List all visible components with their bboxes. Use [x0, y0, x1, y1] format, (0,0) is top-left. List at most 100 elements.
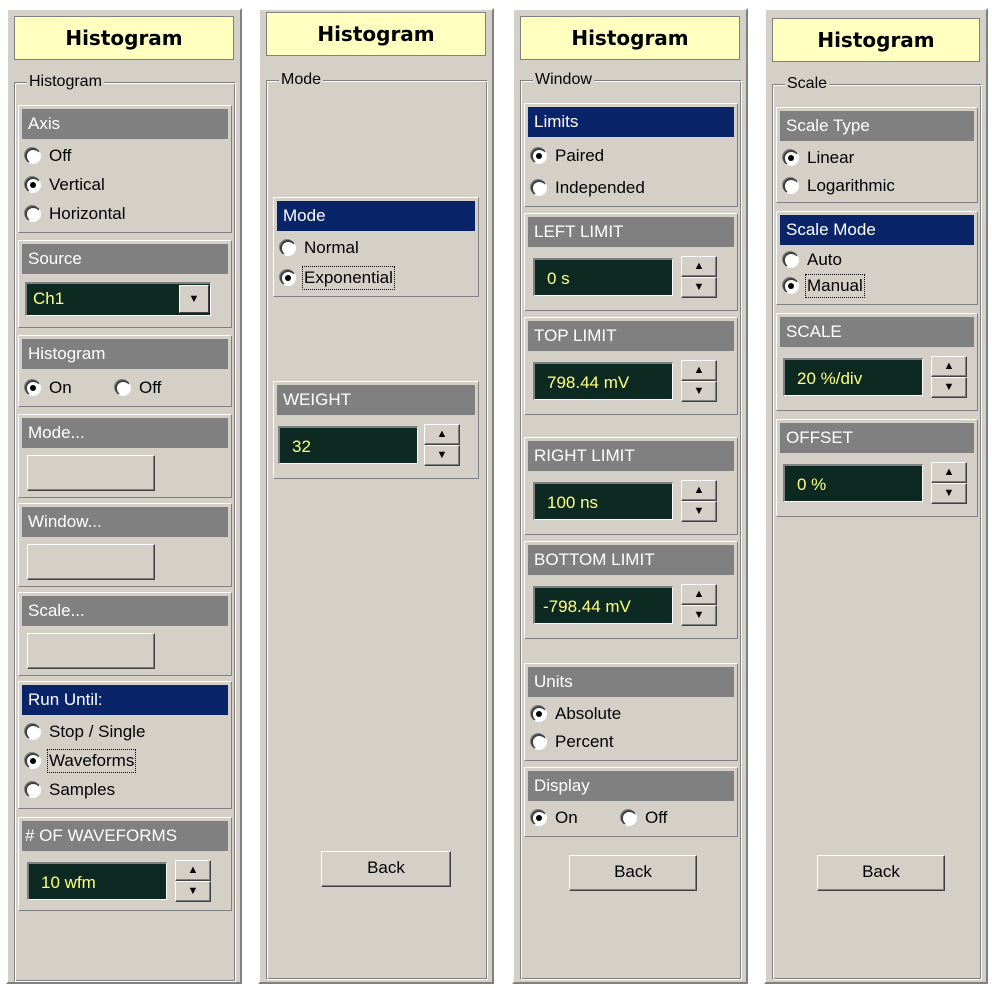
- source-select[interactable]: Ch1 ▼: [25, 282, 211, 316]
- right-limit-spinner: ▲ ▼: [681, 480, 717, 522]
- down-arrow-icon[interactable]: ▼: [931, 377, 967, 398]
- radio-selected-icon: [25, 177, 41, 193]
- panel-title: Histogram: [772, 18, 980, 62]
- histogram-off-radio[interactable]: Off: [115, 376, 161, 400]
- scale-mode-manual-radio[interactable]: Manual: [783, 274, 865, 298]
- back-button[interactable]: Back: [569, 855, 697, 891]
- scale-button[interactable]: [27, 633, 155, 669]
- radio-icon: [25, 782, 41, 798]
- up-arrow-icon[interactable]: ▲: [175, 860, 211, 881]
- down-arrow-icon[interactable]: ▼: [175, 881, 211, 902]
- run-until-stop-single-radio[interactable]: Stop / Single: [25, 720, 145, 744]
- radio-label: Exponential: [302, 266, 395, 290]
- radio-label: Percent: [555, 732, 614, 751]
- scale-type-logarithmic-radio[interactable]: Logarithmic: [783, 174, 895, 198]
- limits-group: Limits Paired Independed: [524, 103, 738, 207]
- bottom-limit-field[interactable]: -798.44 mV: [533, 586, 673, 624]
- weight-header: WEIGHT: [277, 385, 475, 415]
- right-limit-field[interactable]: 100 ns: [533, 482, 673, 520]
- window-frame: Window Limits Paired Independed LEFT LIM…: [520, 70, 742, 980]
- radio-label: Linear: [807, 148, 855, 167]
- weight-spinner: ▲ ▼: [424, 424, 460, 466]
- scale-type-linear-radio[interactable]: Linear: [783, 146, 854, 170]
- up-arrow-icon[interactable]: ▲: [681, 480, 717, 501]
- units-absolute-radio[interactable]: Absolute: [531, 702, 621, 726]
- top-limit-field[interactable]: 798.44 mV: [533, 362, 673, 400]
- up-arrow-icon[interactable]: ▲: [681, 256, 717, 277]
- limits-paired-radio[interactable]: Paired: [531, 144, 604, 168]
- left-limit-field[interactable]: 0 s: [533, 258, 673, 296]
- window-button[interactable]: [27, 544, 155, 580]
- histogram-panel-main: Histogram Histogram Axis Off Vertical Ho…: [6, 8, 242, 984]
- mode-exponential-radio[interactable]: Exponential: [280, 266, 395, 290]
- weight-field[interactable]: 32: [278, 426, 418, 464]
- display-off-radio[interactable]: Off: [621, 806, 667, 830]
- bottom-limit-group: BOTTOM LIMIT -798.44 mV ▲ ▼: [524, 541, 738, 639]
- radio-label: Auto: [807, 250, 842, 269]
- run-until-samples-radio[interactable]: Samples: [25, 778, 115, 802]
- radio-selected-icon: [280, 270, 296, 286]
- run-until-header: Run Until:: [22, 685, 228, 715]
- limits-independed-radio[interactable]: Independed: [531, 176, 645, 200]
- display-on-radio[interactable]: On: [531, 806, 578, 830]
- run-until-waveforms-radio[interactable]: Waveforms: [25, 749, 137, 773]
- offset-field[interactable]: 0 %: [783, 464, 923, 502]
- down-arrow-icon[interactable]: ▼: [424, 445, 460, 466]
- up-arrow-icon[interactable]: ▲: [931, 356, 967, 377]
- radio-label: Off: [645, 808, 668, 827]
- source-group: Source Ch1 ▼: [18, 240, 232, 328]
- axis-group: Axis Off Vertical Horizontal: [18, 105, 232, 233]
- down-arrow-icon[interactable]: ▼: [681, 501, 717, 522]
- chevron-down-icon[interactable]: ▼: [179, 285, 209, 313]
- num-waveforms-field[interactable]: 10 wfm: [27, 862, 167, 900]
- axis-header: Axis: [22, 109, 228, 139]
- scale-mode-auto-radio[interactable]: Auto: [783, 248, 842, 272]
- radio-icon: [25, 148, 41, 164]
- histogram-on-radio[interactable]: On: [25, 376, 72, 400]
- mode-button[interactable]: [27, 455, 155, 491]
- radio-selected-icon: [531, 148, 547, 164]
- axis-horizontal-radio[interactable]: Horizontal: [25, 202, 126, 226]
- mode-group: Mode Normal Exponential: [273, 197, 479, 297]
- axis-off-radio[interactable]: Off: [25, 144, 71, 168]
- histogram-panel-mode: Histogram Mode Mode Normal Exponential W…: [258, 8, 494, 984]
- display-group: Display On Off: [524, 767, 738, 837]
- up-arrow-icon[interactable]: ▲: [681, 584, 717, 605]
- source-value: Ch1: [33, 289, 65, 308]
- bottom-limit-header: BOTTOM LIMIT: [528, 545, 734, 575]
- top-limit-group: TOP LIMIT 798.44 mV ▲ ▼: [524, 317, 738, 415]
- up-arrow-icon[interactable]: ▲: [681, 360, 717, 381]
- radio-label: Stop / Single: [49, 722, 146, 741]
- scale-type-header: Scale Type: [780, 111, 974, 141]
- num-waveforms-header: # OF WAVEFORMS: [22, 821, 228, 851]
- down-arrow-icon[interactable]: ▼: [681, 277, 717, 298]
- down-arrow-icon[interactable]: ▼: [931, 483, 967, 504]
- scale-field[interactable]: 20 %/div: [783, 358, 923, 396]
- back-button[interactable]: Back: [321, 851, 451, 887]
- radio-selected-icon: [783, 278, 799, 294]
- mode-group: Mode...: [18, 414, 232, 498]
- radio-label: Off: [139, 378, 162, 397]
- units-group: Units Absolute Percent: [524, 663, 738, 761]
- units-percent-radio[interactable]: Percent: [531, 730, 614, 754]
- mode-header: Mode: [277, 201, 475, 231]
- weight-group: WEIGHT 32 ▲ ▼: [273, 381, 479, 479]
- down-arrow-icon[interactable]: ▼: [681, 381, 717, 402]
- radio-icon: [280, 240, 296, 256]
- down-arrow-icon[interactable]: ▼: [681, 605, 717, 626]
- radio-selected-icon: [783, 150, 799, 166]
- up-arrow-icon[interactable]: ▲: [424, 424, 460, 445]
- scale-value-header: SCALE: [780, 317, 974, 347]
- up-arrow-icon[interactable]: ▲: [931, 462, 967, 483]
- histogram-panel-scale: Histogram Scale Scale Type Linear Logari…: [764, 8, 988, 984]
- panel-title: Histogram: [520, 16, 740, 60]
- radio-label: Paired: [555, 146, 605, 165]
- histogram-panel-window: Histogram Window Limits Paired Independe…: [512, 8, 748, 984]
- back-button[interactable]: Back: [817, 855, 945, 891]
- radio-icon: [531, 734, 547, 750]
- axis-vertical-radio[interactable]: Vertical: [25, 173, 105, 197]
- right-limit-header: RIGHT LIMIT: [528, 441, 734, 471]
- radio-label: On: [49, 378, 72, 397]
- mode-normal-radio[interactable]: Normal: [280, 236, 359, 260]
- radio-selected-icon: [531, 810, 547, 826]
